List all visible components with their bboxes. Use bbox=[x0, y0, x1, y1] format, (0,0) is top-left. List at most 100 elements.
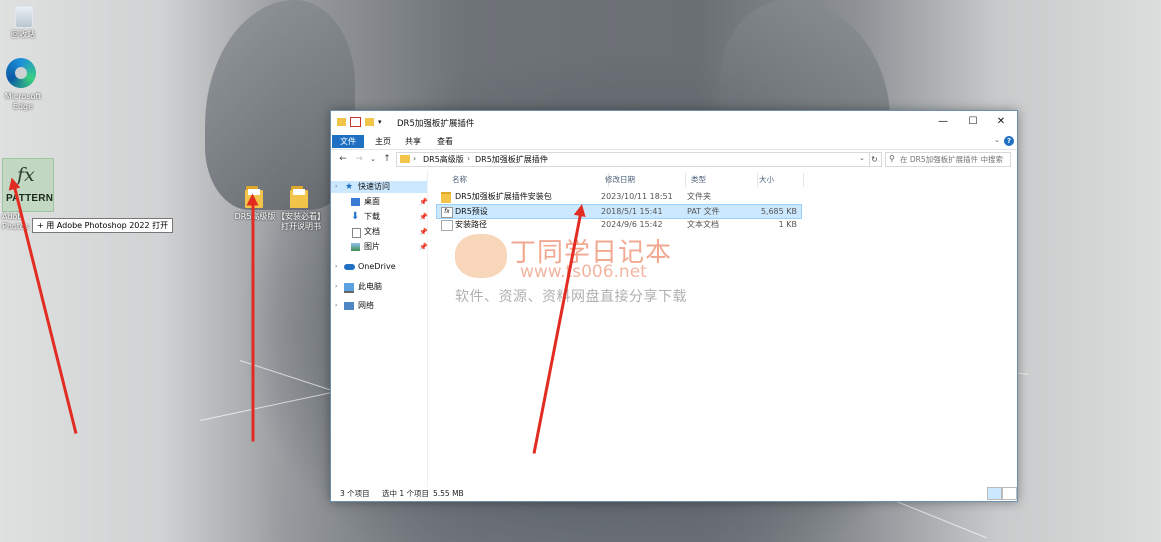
nav-label: 文档 bbox=[364, 227, 380, 236]
help-icon[interactable]: ? bbox=[1004, 136, 1014, 146]
breadcrumb-separator-icon[interactable]: › bbox=[467, 154, 470, 163]
nav-network[interactable]: › 网络 bbox=[331, 300, 427, 312]
watermark-url: www.ts006.net bbox=[520, 262, 647, 282]
new-folder-icon[interactable] bbox=[365, 118, 374, 126]
nav-onedrive[interactable]: › OneDrive bbox=[331, 261, 427, 273]
details-view-icon[interactable] bbox=[987, 487, 1002, 500]
large-icons-view-icon[interactable] bbox=[1002, 487, 1017, 500]
edge-icon bbox=[6, 58, 36, 88]
recent-locations-icon[interactable]: ⌄ bbox=[367, 153, 379, 165]
search-box[interactable]: ⚲ bbox=[885, 152, 1011, 167]
status-item-count: 3 个项目 bbox=[340, 489, 370, 498]
file-row-install-package[interactable]: DR5加强板扩展插件安装包 2023/10/11 18:51 文件夹 bbox=[437, 190, 801, 203]
pat-file-icon: fx bbox=[441, 207, 453, 218]
pin-icon[interactable]: 📌 bbox=[419, 196, 428, 208]
pattern-icon-text: PATTERN bbox=[6, 193, 54, 204]
tab-home[interactable]: 主页 bbox=[367, 135, 399, 148]
tab-share[interactable]: 共享 bbox=[397, 135, 429, 148]
nav-quick-access[interactable]: › ★ 快速访问 bbox=[331, 181, 427, 193]
network-icon bbox=[344, 302, 354, 310]
window-title: DR5加强板扩展插件 bbox=[397, 119, 475, 129]
computer-icon bbox=[344, 283, 354, 293]
tab-file[interactable]: 文件 bbox=[332, 135, 364, 148]
file-list: 名称 修改日期 类型 大小 DR5加强板扩展插件安装包 2023/10/11 1… bbox=[429, 171, 1015, 487]
folder-icon bbox=[400, 155, 410, 163]
expand-chevron-icon[interactable]: › bbox=[335, 181, 337, 193]
file-modified: 2018/5/1 15:41 bbox=[601, 207, 663, 216]
nav-documents[interactable]: 文档 📌 bbox=[331, 226, 428, 238]
forward-arrow-icon[interactable]: → bbox=[353, 153, 365, 165]
desktop-folder-label: DR5高级版 bbox=[234, 212, 276, 221]
recycle-bin-icon bbox=[10, 2, 36, 28]
address-dropdown-icon[interactable]: ⌄ bbox=[859, 154, 865, 162]
file-row-dr5-preset[interactable]: fx DR5预设 2018/5/1 15:41 PAT 文件 5,685 KB bbox=[436, 204, 802, 219]
desktop-folder-label: 【安装必看】 打开说明书 bbox=[277, 212, 325, 231]
pin-icon[interactable]: 📌 bbox=[419, 211, 428, 223]
folder-icon bbox=[337, 118, 346, 126]
tab-view[interactable]: 查看 bbox=[429, 135, 461, 148]
status-bar: 3 个项目 选中 1 个项目 5.55 MB bbox=[331, 487, 1017, 501]
pin-icon[interactable]: 📌 bbox=[419, 241, 428, 253]
recycle-bin-label: 回收站 bbox=[11, 30, 35, 39]
ribbon-expand-icon[interactable]: ⌄ bbox=[994, 136, 1000, 144]
nav-label: OneDrive bbox=[358, 262, 396, 271]
maximize-button[interactable]: ☐ bbox=[961, 115, 985, 129]
drag-open-tooltip: + 用 Adobe Photoshop 2022 打开 bbox=[32, 218, 174, 233]
quick-access-toolbar: ▾ bbox=[337, 117, 384, 127]
file-type: 文本文档 bbox=[687, 220, 719, 229]
up-arrow-icon[interactable]: ↑ bbox=[381, 153, 393, 165]
column-header-name[interactable]: 名称 bbox=[437, 173, 609, 187]
column-header-type[interactable]: 类型 bbox=[687, 173, 758, 187]
file-size: 1 KB bbox=[778, 220, 797, 229]
expand-chevron-icon[interactable]: › bbox=[335, 281, 337, 293]
navigation-bar: ← → ⌄ ↑ › DR5高级版 › DR5加强板扩展插件 › ⌄ ↻ ⚲ bbox=[331, 151, 1017, 168]
watermark-dog-logo-icon bbox=[455, 234, 507, 278]
status-selected-size: 5.55 MB bbox=[433, 489, 464, 498]
back-arrow-icon[interactable]: ← bbox=[337, 153, 349, 165]
file-type: 文件夹 bbox=[687, 192, 711, 201]
column-header-modified[interactable]: 修改日期 bbox=[601, 173, 686, 187]
annotation-arrow bbox=[251, 201, 255, 442]
file-name: 安装路径 bbox=[455, 220, 487, 229]
expand-chevron-icon[interactable]: › bbox=[335, 300, 337, 312]
ribbon-tabs: 文件 主页 共享 查看 ⌄ ? bbox=[331, 133, 1017, 150]
minimize-button[interactable]: — bbox=[931, 115, 955, 129]
pictures-icon bbox=[351, 243, 360, 251]
nav-pictures[interactable]: 图片 📌 bbox=[331, 241, 428, 253]
breadcrumb-item[interactable]: DR5加强板扩展插件 bbox=[475, 154, 548, 165]
breadcrumb-item[interactable]: DR5高级版 bbox=[423, 154, 464, 165]
close-button[interactable]: ✕ bbox=[989, 115, 1013, 129]
nav-label: 图片 bbox=[364, 242, 380, 251]
edge-label: Microsoft Edge bbox=[4, 92, 42, 111]
nav-desktop[interactable]: 桌面 📌 bbox=[331, 196, 428, 208]
pin-icon[interactable]: 📌 bbox=[419, 226, 428, 238]
nav-label: 网络 bbox=[358, 301, 374, 310]
nav-this-pc[interactable]: › 此电脑 bbox=[331, 281, 427, 293]
column-header-size[interactable]: 大小 bbox=[757, 173, 804, 187]
search-input[interactable] bbox=[900, 153, 1008, 166]
title-bar[interactable]: ▾ DR5加强板扩展插件 — ☐ ✕ bbox=[331, 111, 1017, 133]
file-name: DR5预设 bbox=[455, 207, 488, 216]
file-name: DR5加强板扩展插件安装包 bbox=[455, 192, 552, 201]
folder-icon bbox=[441, 192, 451, 203]
qat-dropdown-icon[interactable]: ▾ bbox=[378, 118, 384, 126]
status-selected: 选中 1 个项目 bbox=[382, 489, 430, 498]
properties-icon[interactable] bbox=[350, 117, 361, 127]
file-modified: 2024/9/6 15:42 bbox=[601, 220, 663, 229]
nav-downloads[interactable]: ⬇ 下载 📌 bbox=[331, 211, 428, 223]
breadcrumb-separator-icon[interactable]: › bbox=[413, 154, 416, 163]
folder-icon bbox=[290, 186, 308, 208]
file-row-install-path[interactable]: 安装路径 2024/9/6 15:42 文本文档 1 KB bbox=[437, 218, 801, 231]
nav-label: 下载 bbox=[364, 212, 380, 221]
breadcrumb-separator-icon[interactable]: › bbox=[545, 154, 548, 163]
refresh-icon[interactable]: ↻ bbox=[868, 152, 882, 167]
address-bar[interactable]: › DR5高级版 › DR5加强板扩展插件 › ⌄ bbox=[396, 152, 870, 167]
file-explorer-window[interactable]: ▾ DR5加强板扩展插件 — ☐ ✕ 文件 主页 共享 查看 ⌄ ? ← → ⌄… bbox=[330, 110, 1018, 502]
cloud-icon bbox=[344, 264, 355, 270]
document-icon bbox=[352, 228, 361, 238]
nav-label: 此电脑 bbox=[358, 282, 382, 291]
file-type: PAT 文件 bbox=[687, 207, 720, 216]
search-icon: ⚲ bbox=[889, 154, 895, 163]
expand-chevron-icon[interactable]: › bbox=[335, 261, 337, 273]
desktop-icon bbox=[351, 198, 360, 206]
